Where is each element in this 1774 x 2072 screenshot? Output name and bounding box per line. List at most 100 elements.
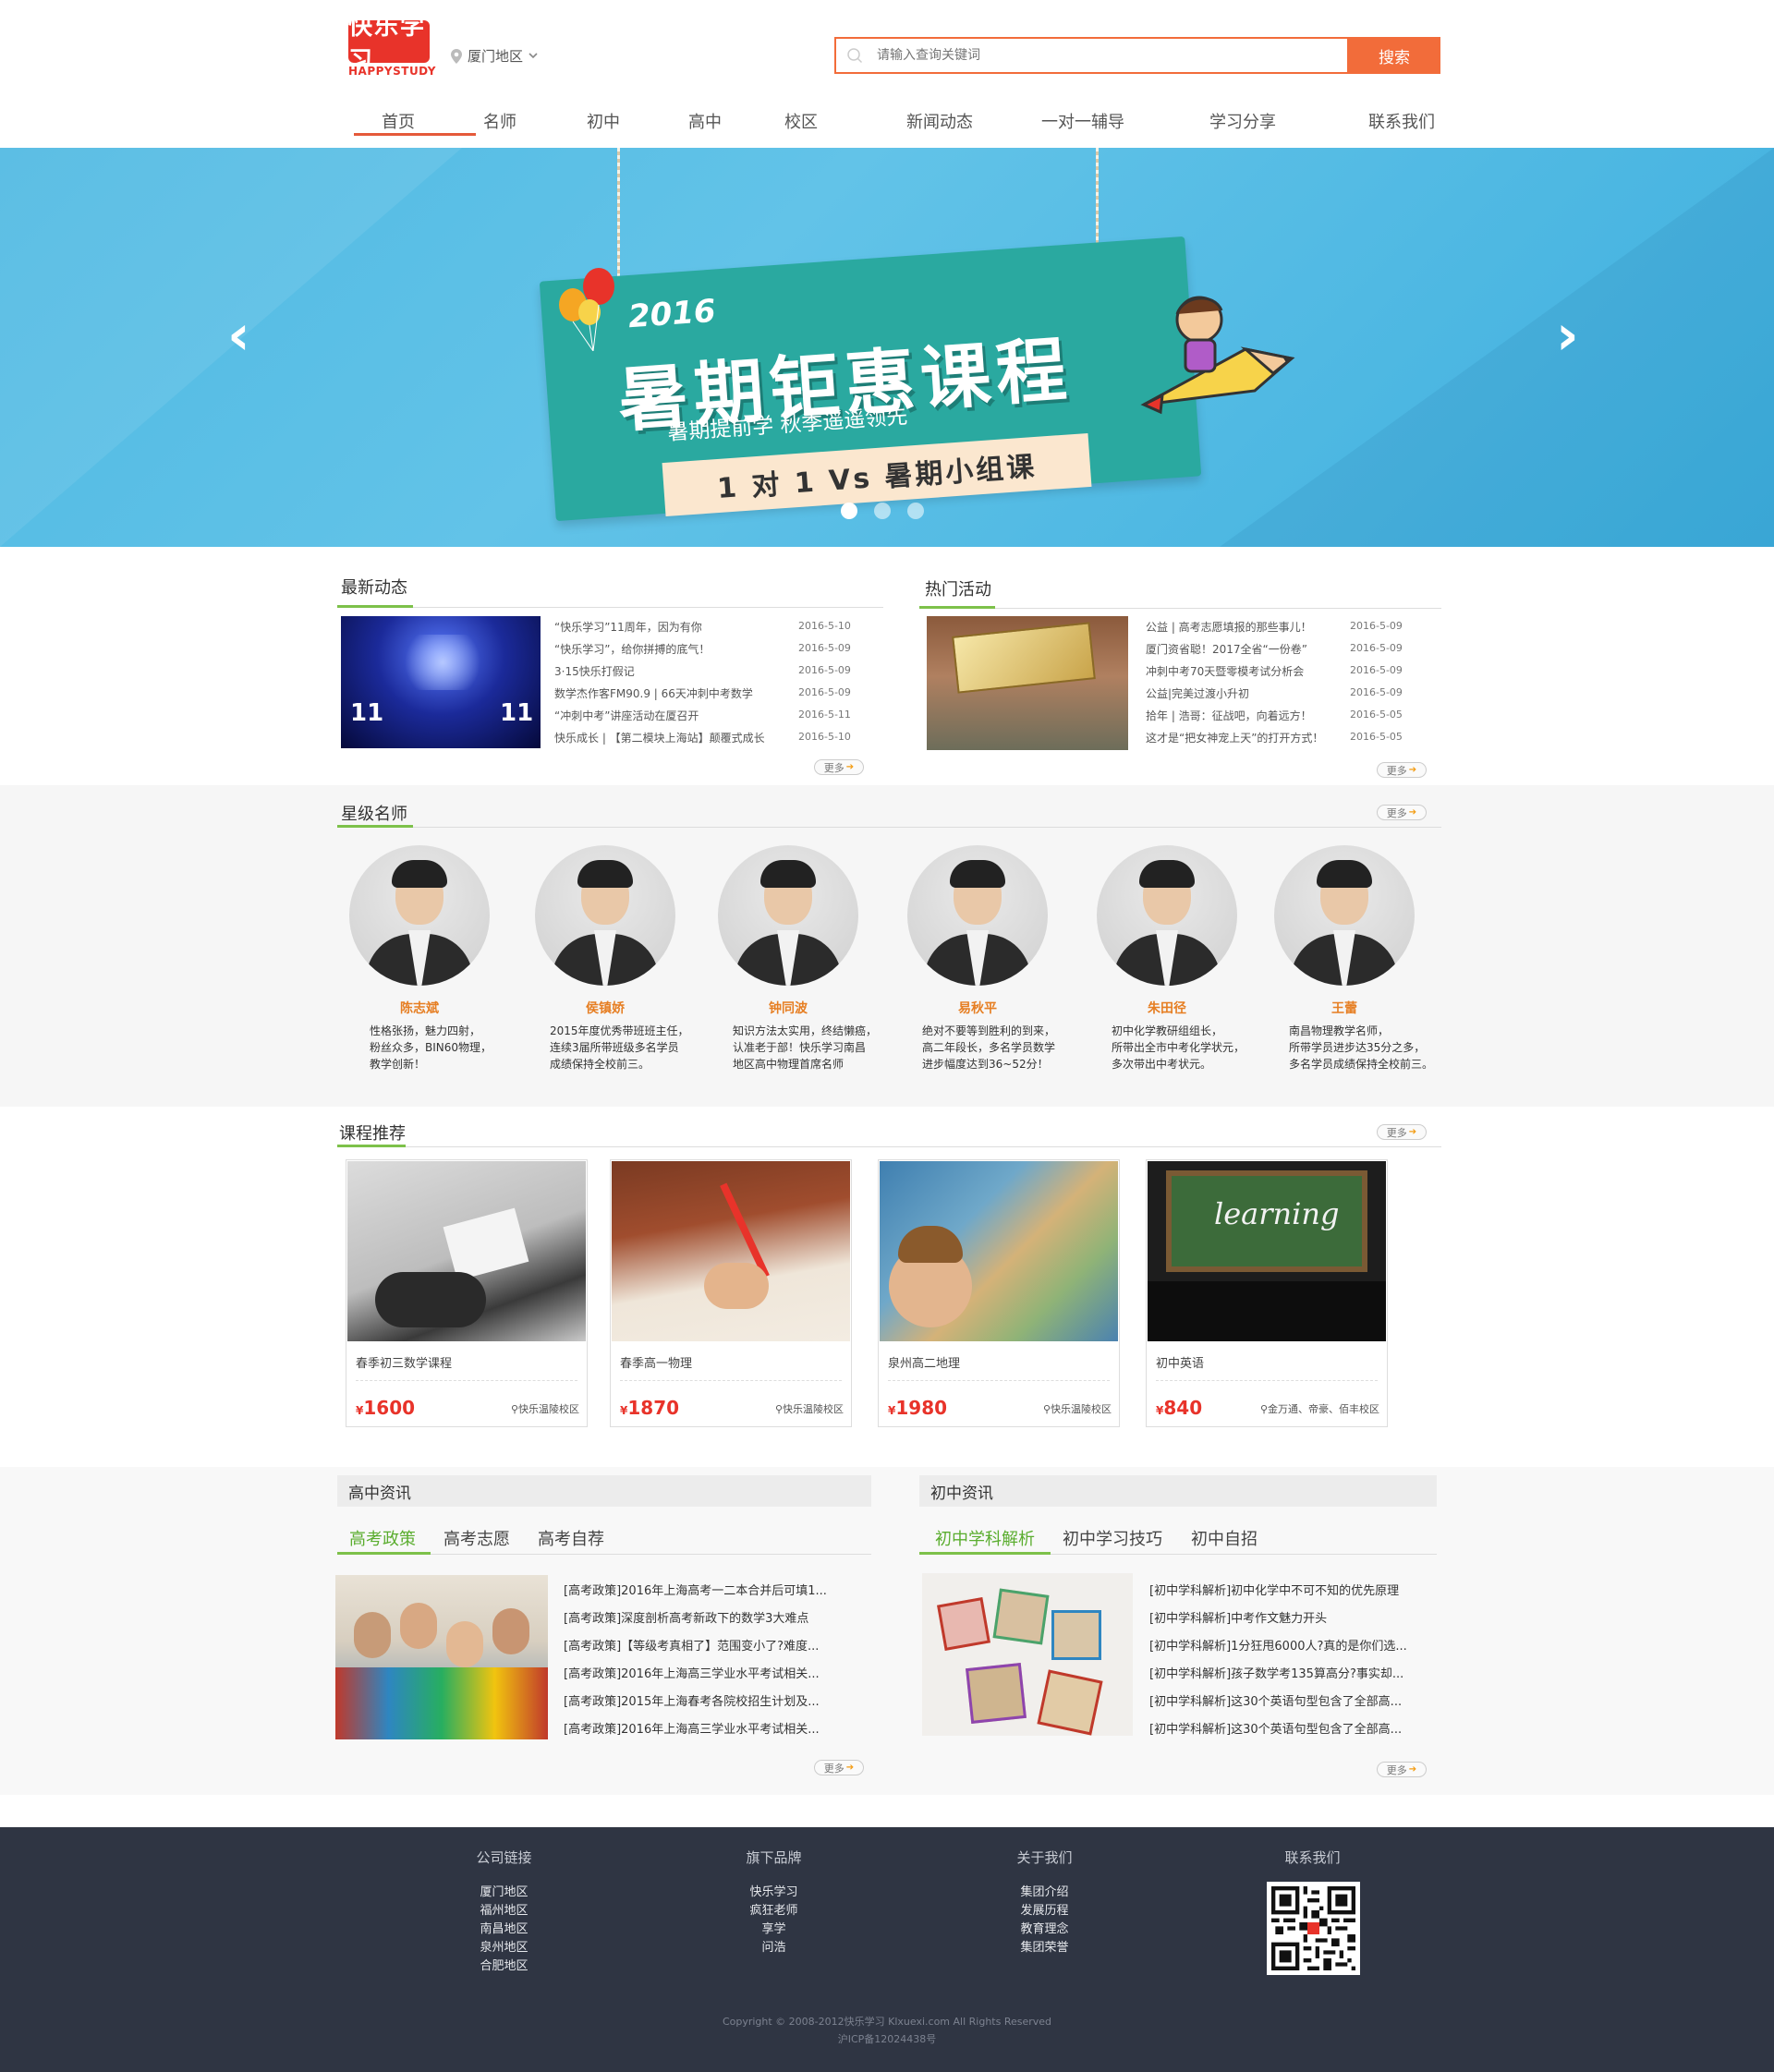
region-selector[interactable]: 厦门地区 [451,46,538,66]
teacher-name: 王蕾 [1331,1001,1357,1016]
block-shape [966,1663,1027,1724]
news-item[interactable]: [初中学科解析]中考作文魅力开头 [1149,1608,1327,1626]
news-item[interactable]: 这才是“把女神宠上天”的打开方式！ [1146,730,1323,745]
news-date: 2016-5-05 [1350,709,1403,721]
hot-more-button[interactable]: 更多 ➔ [1377,762,1427,778]
footer-link[interactable]: 厦门地区 [432,1884,576,1902]
teacher-description-line: 初中化学教研组组长， [1112,1024,1223,1037]
teacher-card[interactable]: 钟同波 知识方法太实用，终结懒癌， 认准老于部！快乐学习南昌 地区高中物理首席名师 [718,845,893,1072]
news-item[interactable]: [初中学科解析]1分狂甩6000人?真的是你们选... [1149,1636,1407,1654]
news-item[interactable]: 拾年 | 浩哥：征战吧，向着远方！ [1146,708,1312,723]
teacher-card[interactable]: 陈志斌 性格张扬，魅力四射， 粉丝众多，BIN60物理， 教学创新！ [349,845,525,1072]
news-item[interactable]: 数学杰作客FM90.9 | 66天冲刺中考数学 [554,685,753,701]
arrow-right-icon: ➔ [845,762,855,772]
teachers-more-button[interactable]: 更多 ➔ [1377,805,1427,820]
news-item[interactable]: “快乐学习”，给你拼搏的底气！ [554,641,710,657]
teacher-description-line: 粉丝众多，BIN60物理， [370,1041,492,1054]
news-item[interactable]: [初中学科解析]这30个英语句型包含了全部高... [1149,1719,1402,1737]
nav-news[interactable]: 新闻动态 [906,109,973,133]
latest-news-image[interactable]: 11 11 [341,616,541,748]
hot-activity-image[interactable] [927,616,1128,750]
footer-link[interactable]: 快乐学习 [702,1884,845,1902]
banner-dot[interactable] [841,503,857,519]
news-item[interactable]: “冲刺中考”讲座活动在厦召开 [554,708,699,723]
ms-more-button[interactable]: 更多 ➔ [1377,1762,1427,1777]
tab-hs-recommend[interactable]: 高考自荐 [538,1526,604,1550]
tab-ms-admission[interactable]: 初中自招 [1191,1526,1258,1550]
news-item[interactable]: [高考政策]深度剖析高考新政下的数学3大难点 [564,1608,808,1626]
news-item[interactable]: 厦门资省聪！2017全省“一份卷” [1146,641,1307,657]
nav-teachers[interactable]: 名师 [483,109,516,133]
nav-contact[interactable]: 联系我们 [1368,109,1435,133]
footer-link[interactable]: 问浩 [702,1939,845,1957]
footer-link[interactable]: 合肥地区 [432,1957,576,1976]
banner-prev-arrow[interactable]: ‹ [227,303,250,368]
banner-dot[interactable] [874,503,891,519]
footer-link[interactable]: 教育理念 [973,1921,1116,1939]
news-item[interactable]: [高考政策]2016年上海高考一二本合并后可填1... [564,1581,827,1598]
news-item[interactable]: “快乐学习”11周年，因为有你 [554,619,702,635]
nav-campus[interactable]: 校区 [784,109,818,133]
news-item[interactable]: [高考政策]2016年上海高三学业水平考试相关... [564,1664,820,1681]
avatar-hair [1139,860,1195,888]
news-item[interactable]: [高考政策]2016年上海高三学业水平考试相关... [564,1719,820,1737]
tab-ms-subjects[interactable]: 初中学科解析 [935,1526,1035,1550]
hero-banner[interactable]: 2016 暑期钜惠课程 暑期提前学 秋季遥遥领先 1 对 1 Vs 暑期小组课 … [0,148,1774,547]
location-label: 金万通、帝豪、佰丰校区 [1268,1403,1379,1415]
teacher-card[interactable]: 侯镇娇 2015年度优秀带班班主任， 连续3届所带班级多名学员 成绩保持全校前三。 [535,845,711,1072]
tab-ms-skills[interactable]: 初中学习技巧 [1063,1526,1162,1550]
hs-more-button[interactable]: 更多 ➔ [814,1760,864,1775]
news-item[interactable]: [初中学科解析]孩子数学考135算高分?事实却... [1149,1664,1403,1681]
search-input[interactable] [868,40,1347,71]
course-card[interactable]: 春季初三数学课程 ¥1600 ⚲快乐温陵校区 [346,1159,588,1427]
nav-middle-school[interactable]: 初中 [587,109,620,133]
teacher-description-line: 多次带出中考状元。 [1112,1058,1212,1071]
news-item[interactable]: [高考政策]2015年上海春考各院校招生计划及... [564,1691,820,1709]
news-item[interactable]: 快乐成长 | 【第二模块上海站】颠覆式成长 [554,730,765,745]
courses-more-button[interactable]: 更多 ➔ [1377,1124,1427,1140]
stage-text: 11 [350,699,384,727]
footer-link[interactable]: 集团荣誉 [973,1939,1116,1957]
course-image: learning [1148,1161,1386,1341]
course-card[interactable]: 春季高一物理 ¥1870 ⚲快乐温陵校区 [610,1159,852,1427]
tab-hs-policy[interactable]: 高考政策 [349,1526,416,1550]
footer-link[interactable]: 福州地区 [432,1902,576,1921]
ms-news-image[interactable] [922,1573,1133,1736]
section-divider [337,827,1441,828]
news-item[interactable]: 冲刺中考70天暨零模考试分析会 [1146,663,1304,679]
news-item[interactable]: [初中学科解析]这30个英语句型包含了全部高... [1149,1691,1402,1709]
teacher-name: 钟同波 [769,1001,808,1016]
nav-high-school[interactable]: 高中 [688,109,722,133]
location-pin-icon: ⚲ [510,1403,518,1415]
news-date: 2016-5-09 [798,664,851,676]
teacher-description-line: 进步幅度达到36~52分！ [922,1058,1049,1071]
hs-news-image[interactable] [335,1575,548,1739]
news-date: 2016-5-05 [1350,731,1403,743]
news-item[interactable]: 公益|完美过渡小升初 [1146,685,1249,701]
search-button[interactable]: 搜索 [1348,37,1440,74]
footer-link[interactable]: 南昌地区 [432,1921,576,1939]
course-card[interactable]: learning 初中英语 ¥840 ⚲金万通、帝豪、佰丰校区 [1146,1159,1388,1427]
footer-link[interactable]: 集团介绍 [973,1884,1116,1902]
banner-dot[interactable] [907,503,924,519]
footer-link[interactable]: 享学 [702,1921,845,1939]
banner-next-arrow[interactable]: › [1556,303,1579,368]
news-item[interactable]: 公益 | 高考志愿填报的那些事儿！ [1146,619,1312,635]
teacher-card[interactable]: 易秋平 绝对不要等到胜利的到来， 高二年段长，多名学员数学 进步幅度达到36~52分！ [907,845,1083,1072]
footer-link[interactable]: 疯狂老师 [702,1902,845,1921]
logo[interactable]: 快乐学习 HAPPYSTUDY [348,13,435,78]
teacher-card[interactable]: 王蕾 南昌物理教学名师， 所带学员进步达35分之多， 多名学员成绩保持全校前三。 [1274,845,1450,1072]
nav-home[interactable]: 首页 [382,109,415,133]
latest-more-button[interactable]: 更多 ➔ [814,759,864,775]
nav-tutoring[interactable]: 一对一辅导 [1041,109,1124,133]
news-item[interactable]: 3·15快乐打假记 [554,663,635,679]
news-item[interactable]: [高考政策]【等级考真相了】范围变小了?难度... [564,1636,819,1654]
teacher-avatar [907,845,1048,986]
tab-hs-volunteer[interactable]: 高考志愿 [444,1526,510,1550]
footer-link[interactable]: 泉州地区 [432,1939,576,1957]
nav-sharing[interactable]: 学习分享 [1209,109,1276,133]
footer-link[interactable]: 发展历程 [973,1902,1116,1921]
course-card[interactable]: 泉州高二地理 ¥1980 ⚲快乐温陵校区 [878,1159,1120,1427]
teacher-card[interactable]: 朱田径 初中化学教研组组长， 所带出全市中考化学状元， 多次带出中考状元。 [1097,845,1272,1072]
news-item[interactable]: [初中学科解析]初中化学中不可不知的优先原理 [1149,1581,1399,1598]
